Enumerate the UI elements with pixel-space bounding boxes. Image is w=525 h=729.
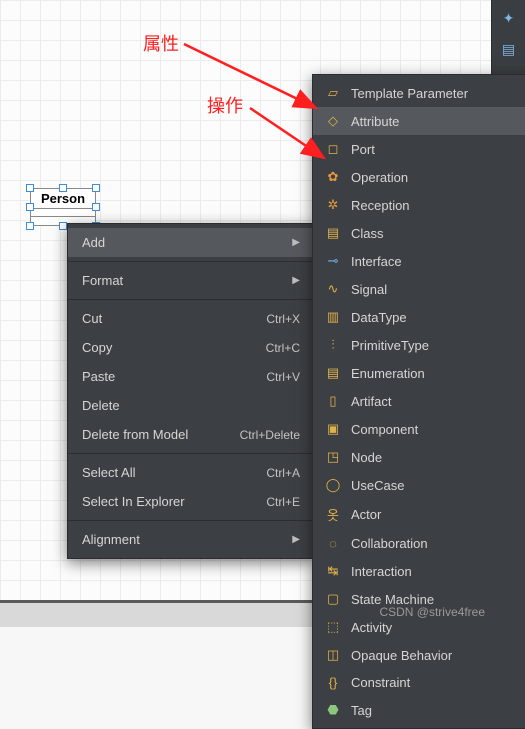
submenu-item-port[interactable]: ◻Port <box>313 135 525 163</box>
submenu-item-class[interactable]: ▤Class <box>313 219 525 247</box>
submenu-item-tag[interactable]: ⬣Tag <box>313 696 525 724</box>
resize-handle[interactable] <box>92 184 100 192</box>
submenu-item-interface[interactable]: ⊸Interface <box>313 247 525 275</box>
interaction-icon: ↹ <box>325 563 341 579</box>
tool-icon[interactable]: ▤ <box>502 41 515 58</box>
uml-class-person[interactable]: Person <box>30 188 96 226</box>
class-icon: ▤ <box>325 225 341 241</box>
shortcut-text: Ctrl+V <box>266 370 300 384</box>
shortcut-text: Ctrl+C <box>266 341 300 355</box>
submenu-item-node[interactable]: ◳Node <box>313 443 525 471</box>
submenu-item-operation[interactable]: ✿Operation <box>313 163 525 191</box>
menu-item-select-in-explorer[interactable]: Select In ExplorerCtrl+E <box>68 487 314 516</box>
attribute-icon: ◇ <box>325 113 341 129</box>
chevron-right-icon: ▶ <box>292 275 300 286</box>
constraint-icon: {} <box>325 675 341 690</box>
chevron-right-icon: ▶ <box>292 534 300 545</box>
port-icon: ◻ <box>325 141 341 157</box>
submenu-item-collaboration[interactable]: ◌Collaboration <box>313 530 525 557</box>
node-icon: ◳ <box>325 449 341 465</box>
submenu-item-signal[interactable]: ∿Signal <box>313 275 525 303</box>
menu-item-delete[interactable]: Delete <box>68 391 314 420</box>
enumeration-icon: ▤ <box>325 365 341 381</box>
class-name-label: Person <box>31 189 95 209</box>
menu-item-format[interactable]: Format▶ <box>68 266 314 295</box>
shortcut-text: Ctrl+Delete <box>240 428 300 442</box>
tag-icon: ⬣ <box>325 702 341 718</box>
submenu-item-component[interactable]: ▣Component <box>313 415 525 443</box>
menu-separator <box>68 453 314 454</box>
usecase-icon: ◯ <box>325 477 341 493</box>
reception-icon: ✲ <box>325 197 341 213</box>
resize-handle[interactable] <box>26 203 34 211</box>
menu-item-add[interactable]: Add▶ <box>68 228 314 257</box>
add-submenu: ▱Template Parameter ◇Attribute ◻Port ✿Op… <box>312 74 525 729</box>
shortcut-text: Ctrl+E <box>266 495 300 509</box>
submenu-item-attribute[interactable]: ◇Attribute <box>313 107 525 135</box>
actor-icon: 옷 <box>325 505 341 524</box>
class-attributes-compartment <box>31 209 95 217</box>
opaque-behavior-icon: ◫ <box>325 647 341 663</box>
menu-item-paste[interactable]: PasteCtrl+V <box>68 362 314 391</box>
shortcut-text: Ctrl+A <box>266 466 300 480</box>
menu-separator <box>68 299 314 300</box>
state-machine-icon: ▢ <box>325 591 341 607</box>
resize-handle[interactable] <box>26 222 34 230</box>
menu-item-select-all[interactable]: Select AllCtrl+A <box>68 458 314 487</box>
submenu-item-template-parameter[interactable]: ▱Template Parameter <box>313 79 525 107</box>
menu-item-cut[interactable]: CutCtrl+X <box>68 304 314 333</box>
menu-item-copy[interactable]: CopyCtrl+C <box>68 333 314 362</box>
menu-item-alignment[interactable]: Alignment▶ <box>68 525 314 554</box>
submenu-item-enumeration[interactable]: ▤Enumeration <box>313 359 525 387</box>
watermark: CSDN @strive4free <box>379 605 485 619</box>
template-parameter-icon: ▱ <box>325 85 341 101</box>
submenu-item-artifact[interactable]: ▯Artifact <box>313 387 525 415</box>
shortcut-text: Ctrl+X <box>266 312 300 326</box>
tool-icon[interactable]: ✦ <box>503 10 515 27</box>
submenu-item-constraint[interactable]: {}Constraint <box>313 669 525 696</box>
signal-icon: ∿ <box>325 281 341 297</box>
menu-item-delete-from-model[interactable]: Delete from ModelCtrl+Delete <box>68 420 314 449</box>
operation-icon: ✿ <box>325 169 341 185</box>
resize-handle[interactable] <box>59 222 67 230</box>
primitive-type-icon: ⫶ <box>325 337 341 353</box>
menu-separator <box>68 261 314 262</box>
submenu-item-datatype[interactable]: ▥DataType <box>313 303 525 331</box>
resize-handle[interactable] <box>92 203 100 211</box>
submenu-item-opaque-behavior[interactable]: ◫Opaque Behavior <box>313 641 525 669</box>
submenu-item-interaction[interactable]: ↹Interaction <box>313 557 525 585</box>
component-icon: ▣ <box>325 421 341 437</box>
datatype-icon: ▥ <box>325 309 341 325</box>
menu-separator <box>68 520 314 521</box>
submenu-item-usecase[interactable]: ◯UseCase <box>313 471 525 499</box>
artifact-icon: ▯ <box>325 393 341 409</box>
submenu-item-reception[interactable]: ✲Reception <box>313 191 525 219</box>
resize-handle[interactable] <box>59 184 67 192</box>
submenu-item-actor[interactable]: 옷Actor <box>313 499 525 530</box>
collaboration-icon: ◌ <box>325 536 341 551</box>
interface-icon: ⊸ <box>325 253 341 269</box>
submenu-item-primitive-type[interactable]: ⫶PrimitiveType <box>313 331 525 359</box>
chevron-right-icon: ▶ <box>292 237 300 248</box>
activity-icon: ⬚ <box>325 619 341 635</box>
resize-handle[interactable] <box>26 184 34 192</box>
context-menu: Add▶ Format▶ CutCtrl+X CopyCtrl+C PasteC… <box>67 223 315 559</box>
